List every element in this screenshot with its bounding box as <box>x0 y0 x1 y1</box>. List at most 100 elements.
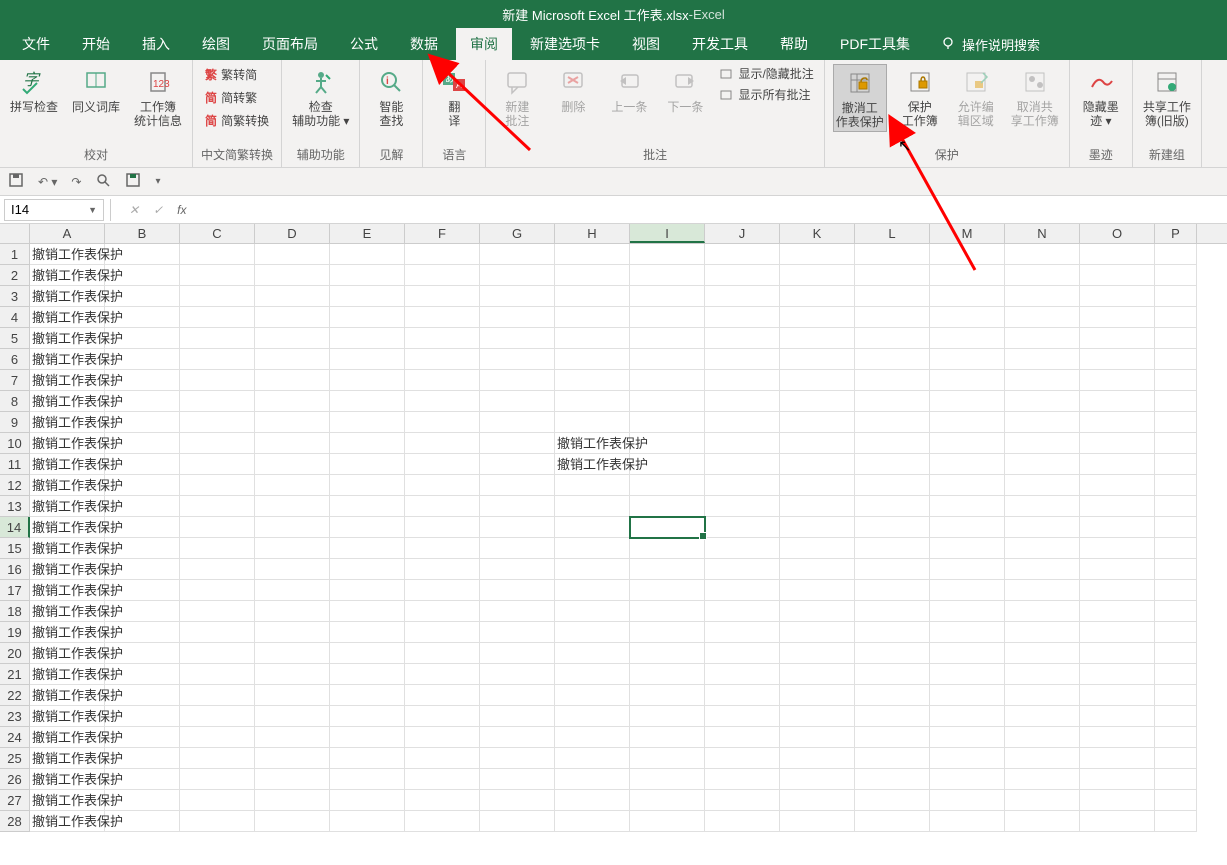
cell-I11[interactable] <box>630 454 705 475</box>
cell-E22[interactable] <box>330 685 405 706</box>
cell-H7[interactable] <box>555 370 630 391</box>
cell-K1[interactable] <box>780 244 855 265</box>
thesaurus-button[interactable]: 同义词库 <box>70 64 122 116</box>
cell-I2[interactable] <box>630 265 705 286</box>
row-header-2[interactable]: 2 <box>0 265 30 286</box>
cell-A24[interactable]: 撤销工作表保护 <box>30 727 105 748</box>
cell-N22[interactable] <box>1005 685 1080 706</box>
cell-G15[interactable] <box>480 538 555 559</box>
cell-N23[interactable] <box>1005 706 1080 727</box>
cell-B25[interactable] <box>105 748 180 769</box>
cell-A20[interactable]: 撤销工作表保护 <box>30 643 105 664</box>
cell-C27[interactable] <box>180 790 255 811</box>
cell-D23[interactable] <box>255 706 330 727</box>
cell-L9[interactable] <box>855 412 930 433</box>
cell-K3[interactable] <box>780 286 855 307</box>
cell-M11[interactable] <box>930 454 1005 475</box>
cell-D2[interactable] <box>255 265 330 286</box>
cell-I9[interactable] <box>630 412 705 433</box>
share-workbook-legacy-button[interactable]: 共享工作 簿(旧版) <box>1141 64 1193 130</box>
cell-K7[interactable] <box>780 370 855 391</box>
cell-E20[interactable] <box>330 643 405 664</box>
cell-D19[interactable] <box>255 622 330 643</box>
cell-G18[interactable] <box>480 601 555 622</box>
cell-G11[interactable] <box>480 454 555 475</box>
cell-B8[interactable] <box>105 391 180 412</box>
cell-I6[interactable] <box>630 349 705 370</box>
cell-L10[interactable] <box>855 433 930 454</box>
cell-J22[interactable] <box>705 685 780 706</box>
cell-E19[interactable] <box>330 622 405 643</box>
cell-A10[interactable]: 撤销工作表保护 <box>30 433 105 454</box>
cell-D20[interactable] <box>255 643 330 664</box>
cell-H5[interactable] <box>555 328 630 349</box>
cell-K22[interactable] <box>780 685 855 706</box>
cell-M8[interactable] <box>930 391 1005 412</box>
translate-button[interactable]: あA翻 译 <box>431 64 477 130</box>
workbook-stats-button[interactable]: 123工作簿 统计信息 <box>132 64 184 130</box>
cell-E27[interactable] <box>330 790 405 811</box>
comment-option-显示/隐藏批注[interactable]: 显示/隐藏批注 <box>718 64 815 83</box>
cell-O28[interactable] <box>1080 811 1155 832</box>
cell-F21[interactable] <box>405 664 480 685</box>
unprotect-sheet-button[interactable]: 撤消工 作表保护 <box>833 64 887 132</box>
cell-B17[interactable] <box>105 580 180 601</box>
cell-P22[interactable] <box>1155 685 1197 706</box>
cell-I22[interactable] <box>630 685 705 706</box>
cell-G4[interactable] <box>480 307 555 328</box>
cell-P18[interactable] <box>1155 601 1197 622</box>
tab-审阅[interactable]: 审阅 <box>456 28 512 60</box>
cell-K28[interactable] <box>780 811 855 832</box>
cell-N1[interactable] <box>1005 244 1080 265</box>
cell-M26[interactable] <box>930 769 1005 790</box>
cell-H17[interactable] <box>555 580 630 601</box>
cell-C16[interactable] <box>180 559 255 580</box>
col-header-G[interactable]: G <box>480 224 555 243</box>
cell-P21[interactable] <box>1155 664 1197 685</box>
cell-A9[interactable]: 撤销工作表保护 <box>30 412 105 433</box>
cell-A26[interactable]: 撤销工作表保护 <box>30 769 105 790</box>
cell-E6[interactable] <box>330 349 405 370</box>
cell-O12[interactable] <box>1080 475 1155 496</box>
cell-M10[interactable] <box>930 433 1005 454</box>
tab-插入[interactable]: 插入 <box>128 28 184 60</box>
tab-绘图[interactable]: 绘图 <box>188 28 244 60</box>
cell-J19[interactable] <box>705 622 780 643</box>
cell-A27[interactable]: 撤销工作表保护 <box>30 790 105 811</box>
cell-L23[interactable] <box>855 706 930 727</box>
cell-C12[interactable] <box>180 475 255 496</box>
cell-C14[interactable] <box>180 517 255 538</box>
row-header-22[interactable]: 22 <box>0 685 30 706</box>
cell-A12[interactable]: 撤销工作表保护 <box>30 475 105 496</box>
cell-N16[interactable] <box>1005 559 1080 580</box>
cancel-formula-icon[interactable]: ✕ <box>129 203 139 217</box>
cell-K5[interactable] <box>780 328 855 349</box>
cell-L6[interactable] <box>855 349 930 370</box>
cell-C24[interactable] <box>180 727 255 748</box>
qat-customize-icon[interactable]: ▾ <box>155 176 160 187</box>
cell-G22[interactable] <box>480 685 555 706</box>
cell-J13[interactable] <box>705 496 780 517</box>
cell-I15[interactable] <box>630 538 705 559</box>
cell-J14[interactable] <box>705 517 780 538</box>
cell-P8[interactable] <box>1155 391 1197 412</box>
cell-L18[interactable] <box>855 601 930 622</box>
cell-K13[interactable] <box>780 496 855 517</box>
cell-J8[interactable] <box>705 391 780 412</box>
cell-B16[interactable] <box>105 559 180 580</box>
cell-P5[interactable] <box>1155 328 1197 349</box>
cell-D5[interactable] <box>255 328 330 349</box>
cell-O13[interactable] <box>1080 496 1155 517</box>
cell-L4[interactable] <box>855 307 930 328</box>
cell-N7[interactable] <box>1005 370 1080 391</box>
row-header-9[interactable]: 9 <box>0 412 30 433</box>
cell-L26[interactable] <box>855 769 930 790</box>
cell-N27[interactable] <box>1005 790 1080 811</box>
cell-L13[interactable] <box>855 496 930 517</box>
cell-N2[interactable] <box>1005 265 1080 286</box>
cell-I13[interactable] <box>630 496 705 517</box>
cell-L25[interactable] <box>855 748 930 769</box>
cell-O8[interactable] <box>1080 391 1155 412</box>
cell-O18[interactable] <box>1080 601 1155 622</box>
cell-N4[interactable] <box>1005 307 1080 328</box>
